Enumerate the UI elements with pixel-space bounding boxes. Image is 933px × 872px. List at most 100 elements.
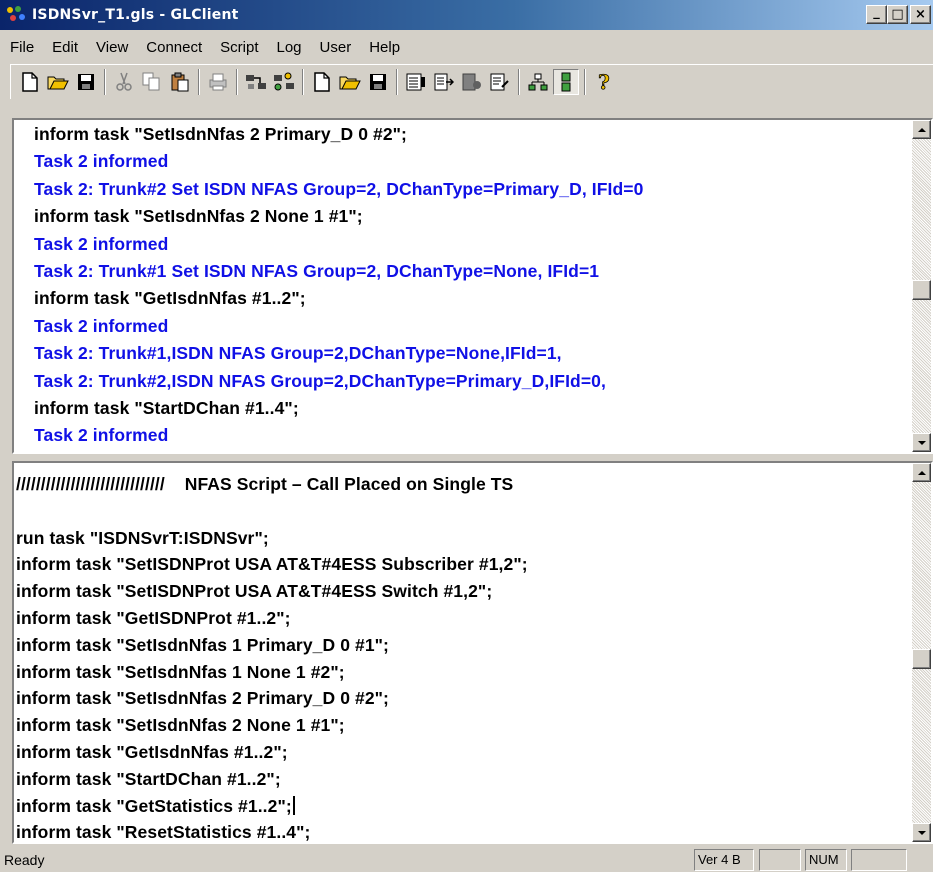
log-response-line: Task 2: Trunk#2 Set ISDN NFAS Group=2, D… xyxy=(34,178,644,199)
maximize-button[interactable]: □ xyxy=(887,5,908,24)
toolbar-separator xyxy=(518,69,520,95)
cut-icon xyxy=(116,72,132,91)
script-scroll-thumb[interactable] xyxy=(912,649,931,669)
menu-view[interactable]: View xyxy=(87,39,137,56)
status-panel-4 xyxy=(851,849,907,871)
log-scroll-down-button[interactable] xyxy=(912,433,931,452)
chevron-down-icon xyxy=(917,830,926,835)
tree-view-icon xyxy=(528,73,548,91)
text-caret xyxy=(292,795,295,815)
log-export-icon xyxy=(434,73,454,91)
toolbar-separator xyxy=(236,69,238,95)
script-scrollbar[interactable] xyxy=(912,463,931,842)
menu-help[interactable]: Help xyxy=(360,39,409,56)
script-line-text: inform task "SetIsdnNfas 2 Primary_D 0 #… xyxy=(16,688,389,709)
window-title: ISDNSvr_T1.gls - GLClient xyxy=(32,7,239,23)
save-icon xyxy=(78,74,94,90)
new-script-button[interactable] xyxy=(309,69,335,95)
help-icon: ? xyxy=(598,71,611,93)
toolbar-separator xyxy=(302,69,304,95)
script-editor-pane[interactable]: ////////////////////////////// NFAS Scri… xyxy=(12,461,933,844)
script-line-text: ////////////////////////////// NFAS Scri… xyxy=(16,474,514,494)
script-line-text: inform task "GetISDNProt #1..2"; xyxy=(16,607,291,628)
script-line: inform task "ResetStatistics #1..4"; xyxy=(16,819,912,842)
script-line-text: inform task "GetStatistics #1..2"; xyxy=(16,795,292,816)
log-view-button[interactable] xyxy=(403,69,429,95)
app-icon[interactable] xyxy=(6,5,28,25)
tree-view-button[interactable] xyxy=(525,69,551,95)
log-pane[interactable]: inform task "SetIsdnNfas 2 Primary_D 0 #… xyxy=(12,118,933,454)
script-scroll-up-button[interactable] xyxy=(912,463,931,482)
menu-bar: File Edit View Connect Script Log User H… xyxy=(0,34,933,60)
log-command-line: inform task "SetIsdnNfas 2 Primary_D 0 #… xyxy=(34,124,407,144)
menu-script[interactable]: Script xyxy=(211,39,267,56)
log-export-button[interactable] xyxy=(431,69,457,95)
script-line: inform task "SetIsdnNfas 1 Primary_D 0 #… xyxy=(16,632,912,659)
print-icon xyxy=(209,73,227,91)
connect-users-icon xyxy=(274,72,294,91)
log-view-icon xyxy=(406,73,425,91)
script-line: inform task "SetISDNProt USA AT&T#4ESS S… xyxy=(16,578,912,605)
cut-button[interactable] xyxy=(111,69,137,95)
log-stop-button[interactable] xyxy=(459,69,485,95)
copy-button[interactable] xyxy=(139,69,165,95)
save-script-button[interactable] xyxy=(365,69,391,95)
script-line: inform task "SetIsdnNfas 1 None 1 #2"; xyxy=(16,659,912,686)
toolbar-separator xyxy=(104,69,106,95)
svg-text:?: ? xyxy=(598,71,610,93)
menu-edit[interactable]: Edit xyxy=(43,39,87,56)
script-line-text: inform task "SetISDNProt USA AT&T#4ESS S… xyxy=(16,554,528,575)
split-pane-icon xyxy=(561,72,571,92)
save-button[interactable] xyxy=(73,69,99,95)
status-text: Ready xyxy=(4,852,45,868)
title-bar[interactable]: ISDNSvr_T1.gls - GLClient _ □ × xyxy=(0,0,933,30)
minimize-icon: _ xyxy=(873,5,880,20)
connect-button[interactable] xyxy=(243,69,269,95)
log-scrollbar[interactable] xyxy=(912,120,931,452)
connect-users-button[interactable] xyxy=(271,69,297,95)
new-file-icon xyxy=(22,72,38,92)
log-response-line: Task 2 informed xyxy=(34,151,169,172)
log-scroll-thumb[interactable] xyxy=(912,280,931,300)
new-file-button[interactable] xyxy=(17,69,43,95)
script-line: inform task "SetISDNProt USA AT&T#4ESS S… xyxy=(16,551,912,578)
script-line: inform task "GetISDNProt #1..2"; xyxy=(16,605,912,632)
close-button[interactable]: × xyxy=(910,5,931,24)
script-comment-line: ////////////////////////////// NFAS Scri… xyxy=(16,471,912,498)
log-response-line: Task 2: Trunk#1,ISDN NFAS Group=2,DChanT… xyxy=(34,343,562,364)
script-line: inform task "SetIsdnNfas 2 None 1 #1"; xyxy=(16,712,912,739)
app-window: ISDNSvr_T1.gls - GLClient _ □ × File Edi… xyxy=(0,0,933,872)
script-text-area[interactable]: ////////////////////////////// NFAS Scri… xyxy=(14,463,912,842)
toolbar-separator xyxy=(198,69,200,95)
minimize-button[interactable]: _ xyxy=(866,5,887,24)
menu-log[interactable]: Log xyxy=(268,39,311,56)
script-scroll-down-button[interactable] xyxy=(912,823,931,842)
script-line-text: inform task "ResetStatistics #1..4"; xyxy=(16,822,311,842)
open-script-button[interactable] xyxy=(337,69,363,95)
menu-user[interactable]: User xyxy=(311,39,361,56)
log-edit-icon xyxy=(490,73,509,91)
print-button[interactable] xyxy=(205,69,231,95)
log-edit-button[interactable] xyxy=(487,69,513,95)
script-line-text: inform task "StartDChan #1..2"; xyxy=(16,768,281,789)
chevron-up-icon xyxy=(917,127,926,132)
toolbar-separator xyxy=(396,69,398,95)
split-pane-button[interactable] xyxy=(553,69,579,95)
paste-button[interactable] xyxy=(167,69,193,95)
menu-connect[interactable]: Connect xyxy=(137,39,211,56)
menu-file[interactable]: File xyxy=(0,39,43,56)
script-line: inform task "SetIsdnNfas 2 Primary_D 0 #… xyxy=(16,685,912,712)
log-command-line: inform task "StartDChan #1..4"; xyxy=(34,397,299,418)
log-text-area[interactable]: inform task "SetIsdnNfas 2 Primary_D 0 #… xyxy=(14,120,912,452)
help-button[interactable]: ? xyxy=(591,69,617,95)
script-line-text: inform task "SetIsdnNfas 2 None 1 #1"; xyxy=(16,715,345,736)
log-response-line: Task 2: Trunk#2,ISDN NFAS Group=2,DChanT… xyxy=(34,370,606,391)
log-response-line: Task 2 informed xyxy=(34,425,169,446)
toolbar-separator xyxy=(584,69,586,95)
log-scroll-up-button[interactable] xyxy=(912,120,931,139)
status-panel-2 xyxy=(759,849,801,871)
open-folder-button[interactable] xyxy=(45,69,71,95)
log-stop-icon xyxy=(462,73,481,91)
script-line-text: run task "ISDNSvrT:ISDNSvr"; xyxy=(16,527,269,548)
status-version-panel: Ver 4 B xyxy=(694,849,754,871)
